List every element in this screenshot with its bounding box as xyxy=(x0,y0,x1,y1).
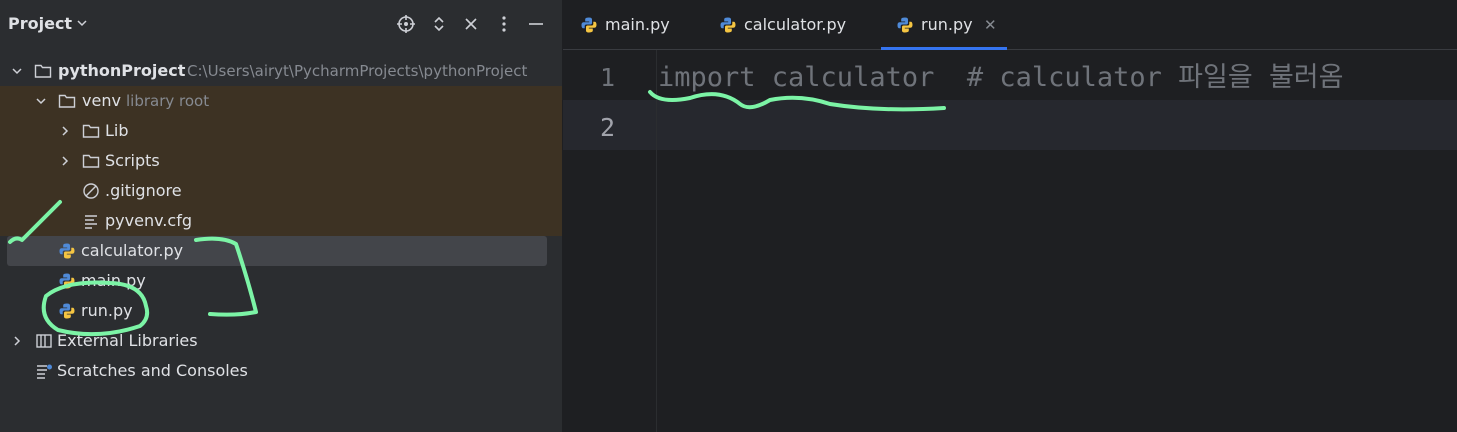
python-file-icon xyxy=(897,17,913,33)
chevron-right-icon[interactable] xyxy=(59,155,71,167)
python-file-icon xyxy=(59,273,75,289)
chevron-right-icon[interactable] xyxy=(59,125,71,137)
folder-icon xyxy=(58,94,76,108)
editor-tabs: main.py calculator.py run.py ✕ xyxy=(563,0,1457,50)
tree-item-label: Scripts xyxy=(105,151,160,170)
tab-run-py[interactable]: run.py ✕ xyxy=(881,0,1007,50)
panel-title[interactable]: Project xyxy=(8,14,72,33)
tree-item-label: calculator.py xyxy=(81,241,184,260)
tree-item-label: External Libraries xyxy=(57,331,198,350)
library-icon xyxy=(36,334,52,348)
tree-item-run[interactable]: run.py xyxy=(0,296,562,326)
tree-item-root[interactable]: pythonProject C:\Users\airyt\PycharmProj… xyxy=(0,56,562,86)
active-tab-indicator xyxy=(881,47,1007,50)
tab-calculator-py[interactable]: calculator.py xyxy=(719,0,859,49)
tab-label: calculator.py xyxy=(744,15,847,34)
code-line[interactable] xyxy=(658,103,1457,153)
chevron-down-icon[interactable] xyxy=(76,17,88,29)
editor: main.py calculator.py run.py ✕ 1 2 impor… xyxy=(563,0,1457,432)
library-root-hint: library root xyxy=(126,92,210,110)
folder-icon xyxy=(82,154,100,168)
line-number: 1 xyxy=(599,63,615,92)
folder-icon xyxy=(82,124,100,138)
tree-item-external-libraries[interactable]: External Libraries xyxy=(0,326,562,356)
tree-item-label: Lib xyxy=(105,121,129,140)
tree-item-label: venv xyxy=(82,91,121,110)
expand-collapse-icon[interactable] xyxy=(429,14,449,34)
tab-main-py[interactable]: main.py xyxy=(580,0,690,49)
scratches-icon xyxy=(37,364,52,379)
python-file-icon xyxy=(59,303,75,319)
line-number: 2 xyxy=(599,113,615,142)
project-panel: Project pythonProject C:\Users\airyt\Pyc… xyxy=(0,0,563,432)
python-file-icon xyxy=(581,17,597,33)
project-panel-header: Project xyxy=(0,0,562,50)
tree-item-label: run.py xyxy=(81,301,133,320)
tree-item-label: pyvenv.cfg xyxy=(105,211,192,230)
more-options-icon[interactable] xyxy=(494,14,514,34)
tab-label: main.py xyxy=(605,15,670,34)
tree-item-label: pythonProject xyxy=(58,61,186,80)
tree-item-calculator[interactable]: calculator.py xyxy=(0,236,562,266)
tree-item-gitignore[interactable]: .gitignore xyxy=(0,176,562,206)
tab-label: run.py xyxy=(921,15,973,34)
tree-item-scripts[interactable]: Scripts xyxy=(0,146,562,176)
minimize-icon[interactable] xyxy=(526,14,546,34)
code-line[interactable]: import calculator # calculator 파일을 불러옴 xyxy=(658,53,1457,103)
tree-item-pyvenv[interactable]: pyvenv.cfg xyxy=(0,206,562,236)
tree-item-venv[interactable]: venv library root xyxy=(0,86,562,116)
chevron-down-icon[interactable] xyxy=(35,95,47,107)
tree-item-label: .gitignore xyxy=(105,181,182,200)
close-icon[interactable]: ✕ xyxy=(984,0,997,50)
close-icon[interactable] xyxy=(461,14,481,34)
tree-item-lib[interactable]: Lib xyxy=(0,116,562,146)
python-file-icon xyxy=(59,243,75,259)
chevron-down-icon[interactable] xyxy=(11,65,23,77)
chevron-right-icon[interactable] xyxy=(11,335,23,347)
project-path: C:\Users\airyt\PycharmProjects\pythonPro… xyxy=(187,62,528,80)
locate-icon[interactable] xyxy=(396,14,416,34)
tree-item-label: Scratches and Consoles xyxy=(57,361,248,380)
tree-item-label: main.py xyxy=(81,271,146,290)
tree-item-scratches[interactable]: Scratches and Consoles xyxy=(0,356,562,386)
python-file-icon xyxy=(720,17,736,33)
folder-icon xyxy=(34,64,52,78)
line-number-gutter: 1 2 xyxy=(563,50,657,432)
ignored-file-icon xyxy=(83,183,99,199)
tree-item-main[interactable]: main.py xyxy=(0,266,562,296)
text-file-icon xyxy=(85,215,97,229)
